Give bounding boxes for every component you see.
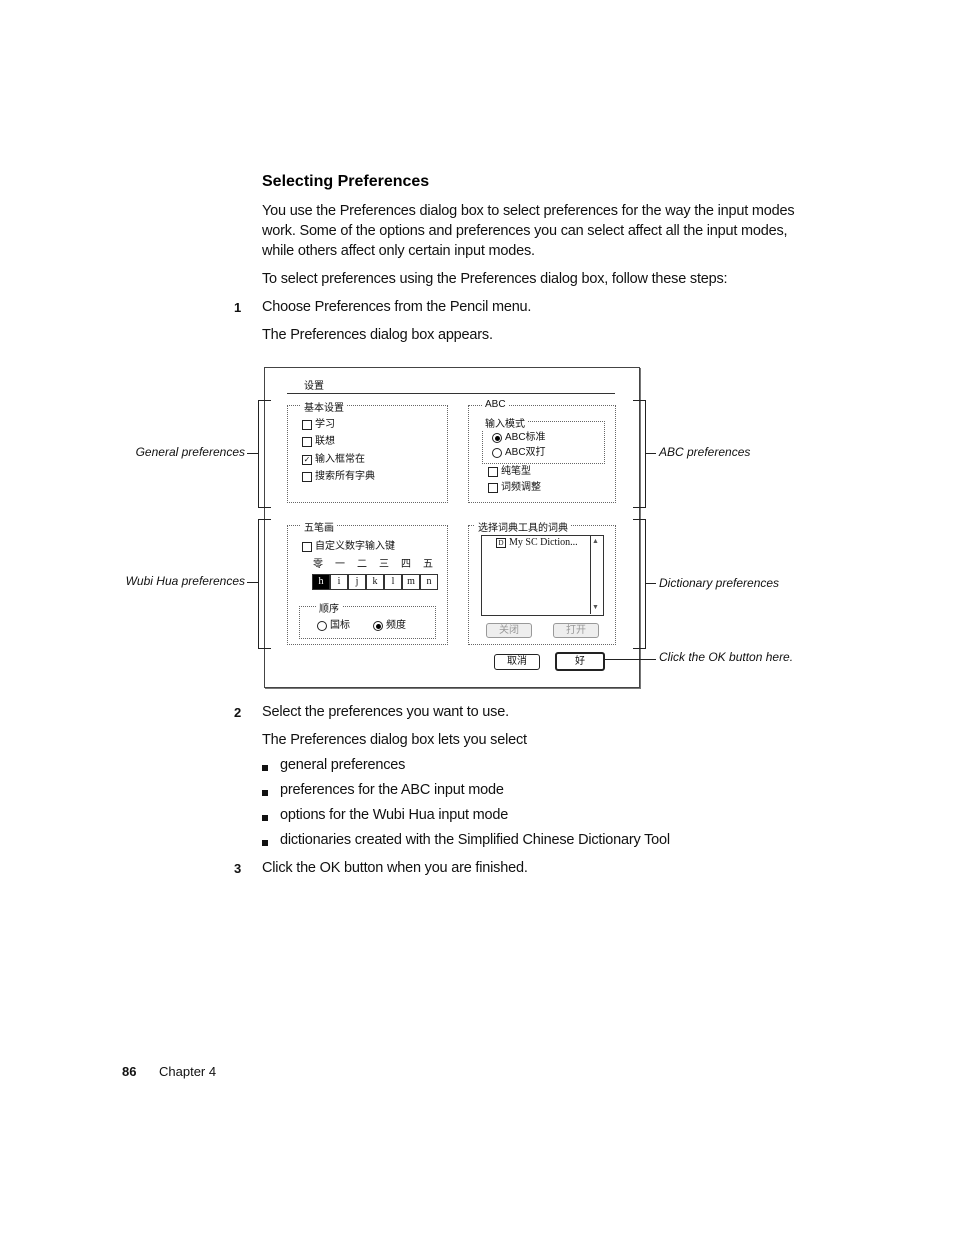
dict-leader	[645, 583, 656, 584]
abc-bracket	[633, 400, 646, 508]
order-gb[interactable]: 国标	[317, 620, 350, 632]
dict-open-button[interactable]: 打开	[553, 623, 599, 638]
general-option-search-all[interactable]: 搜索所有字典	[302, 471, 375, 483]
key-field[interactable]: n	[420, 574, 438, 590]
intro-paragraph: You use the Preferences dialog box to se…	[262, 203, 795, 259]
general-option-learn[interactable]: 学习	[302, 419, 335, 431]
ok-callout: Click the OK button here.	[659, 650, 794, 664]
digit-label: 二	[357, 559, 367, 570]
radio[interactable]	[317, 621, 327, 631]
wubi-callout: Wubi Hua preferences	[125, 574, 245, 588]
checkbox[interactable]	[488, 467, 498, 477]
wubi-digit-labels: 零 一 二 三 四 五	[313, 559, 433, 571]
key-field[interactable]: m	[402, 574, 420, 590]
step-1-note: The Preferences dialog box appears.	[262, 327, 493, 343]
abc-callout: ABC preferences	[659, 445, 751, 459]
checkbox[interactable]	[302, 437, 312, 447]
wubi-bracket	[258, 519, 271, 649]
steps-intro: To select preferences using the Preferen…	[262, 271, 728, 287]
bullet-item: options for the Wubi Hua input mode	[280, 807, 509, 823]
dict-list-item[interactable]: D My SC Diction...	[496, 537, 578, 549]
abc-option-stroke[interactable]: 纯笔型	[488, 466, 531, 478]
abc-mode-label: 输入模式	[482, 415, 528, 430]
bullet-marker	[262, 840, 268, 846]
chapter-label: Chapter 4	[159, 1064, 217, 1079]
general-group-label: 基本设置	[301, 399, 347, 414]
general-option-input-box[interactable]: ✓ 输入框常在	[302, 454, 365, 466]
dict-bracket	[633, 519, 646, 649]
abc-mode-double[interactable]: ABC双打	[492, 447, 546, 459]
cancel-button[interactable]: 取消	[494, 654, 540, 670]
key-field[interactable]: l	[384, 574, 402, 590]
dict-close-button[interactable]: 关闭	[486, 623, 532, 638]
checkbox[interactable]	[302, 472, 312, 482]
radio-selected[interactable]	[492, 433, 502, 443]
wubi-order-label: 顺序	[316, 600, 342, 615]
page-number: 86	[122, 1064, 137, 1079]
section-heading: Selecting Preferences	[262, 173, 430, 190]
general-bracket	[258, 400, 271, 508]
bullet-marker	[262, 765, 268, 771]
bullet-marker	[262, 815, 268, 821]
key-field[interactable]: j	[348, 574, 366, 590]
dict-callout: Dictionary preferences	[659, 576, 780, 590]
checkbox[interactable]	[488, 483, 498, 493]
abc-option-frequency[interactable]: 词频调整	[488, 482, 541, 494]
radio-selected[interactable]	[373, 621, 383, 631]
radio[interactable]	[492, 448, 502, 458]
wubi-leader	[247, 582, 258, 583]
key-field[interactable]: k	[366, 574, 384, 590]
abc-leader	[645, 453, 656, 454]
bullet-marker	[262, 790, 268, 796]
wubi-custom-keys-option[interactable]: 自定义数字输入键	[302, 541, 395, 553]
digit-label: 零	[313, 559, 323, 570]
scroll-up-icon[interactable]: ▲	[592, 538, 599, 545]
dict-group-label: 选择词典工具的词典	[475, 519, 571, 534]
step-3-text: Click the OK button when you are finishe…	[262, 860, 528, 876]
step-2-note: The Preferences dialog box lets you sele…	[262, 732, 527, 748]
digit-label: 一	[335, 559, 345, 570]
bullet-item: general preferences	[280, 757, 406, 773]
bullet-item: dictionaries created with the Simplified…	[280, 832, 670, 848]
scroll-down-icon[interactable]: ▼	[592, 604, 599, 611]
key-field[interactable]: i	[330, 574, 348, 590]
order-frequency[interactable]: 频度	[373, 620, 406, 632]
ok-button[interactable]: 好	[555, 652, 605, 671]
key-field[interactable]: h	[312, 574, 330, 590]
general-option-association[interactable]: 联想	[302, 436, 335, 448]
abc-group-label: ABC	[482, 399, 509, 410]
step-2-number: 2	[234, 705, 242, 720]
wubi-group-label: 五笔画	[301, 519, 337, 534]
step-1-text: Choose Preferences from the Pencil menu.	[262, 299, 532, 315]
checkbox[interactable]	[302, 542, 312, 552]
checkbox[interactable]	[302, 420, 312, 430]
step-1-number: 1	[234, 300, 242, 315]
step-3-number: 3	[234, 861, 242, 876]
dict-scrollbar[interactable]	[590, 535, 603, 614]
ok-leader	[603, 659, 656, 660]
digit-label: 四	[401, 559, 411, 570]
wubi-key-row: h i j k l m n	[312, 574, 438, 590]
dictionary-icon: D	[496, 538, 506, 548]
bullet-item: preferences for the ABC input mode	[280, 782, 504, 798]
abc-mode-standard[interactable]: ABC标准	[492, 432, 546, 444]
general-leader	[247, 453, 258, 454]
step-2-text: Select the preferences you want to use.	[262, 704, 509, 720]
digit-label: 三	[379, 559, 389, 570]
digit-label: 五	[423, 559, 433, 570]
general-callout: General preferences	[135, 445, 245, 459]
dialog-title-rule	[287, 393, 615, 394]
dialog-title: 设置	[304, 381, 324, 392]
checkbox-checked[interactable]: ✓	[302, 455, 312, 465]
